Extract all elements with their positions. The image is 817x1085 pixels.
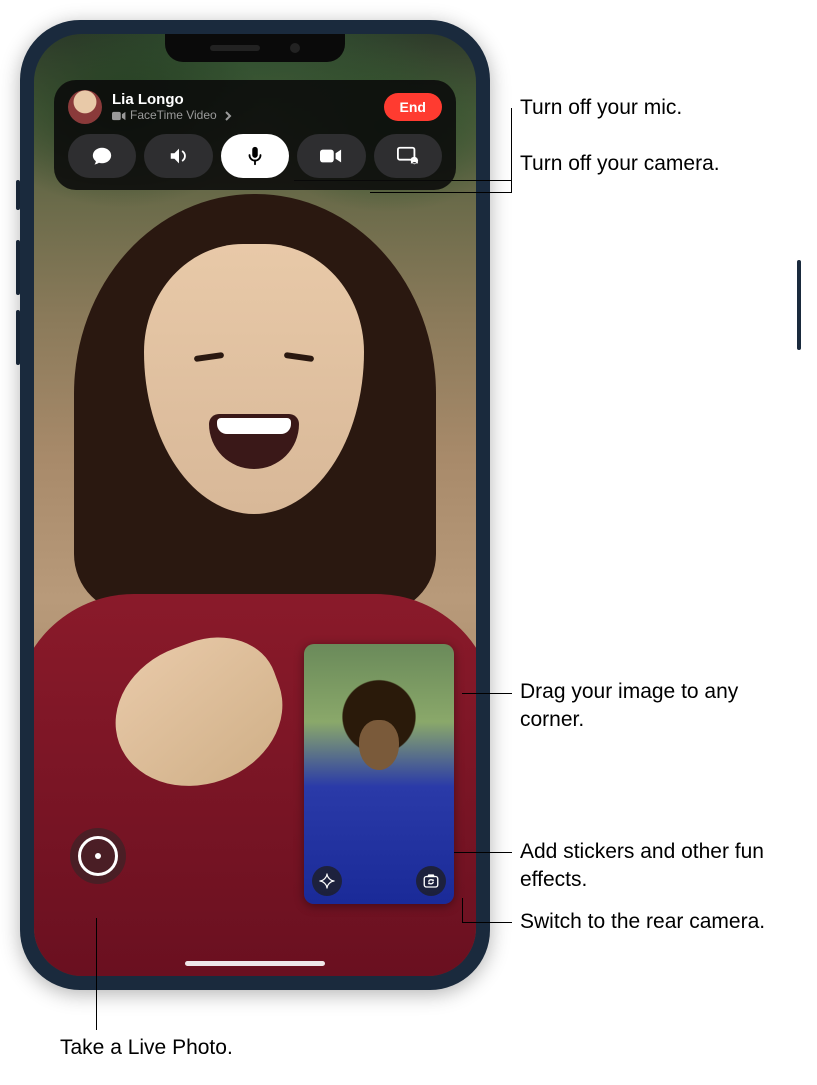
message-icon: [91, 145, 113, 167]
screen-share-icon: [397, 145, 419, 167]
callout-line-flip-v: [462, 898, 463, 923]
effects-star-icon: [318, 872, 336, 890]
video-icon: [320, 145, 342, 167]
mute-mic-button[interactable]: [221, 134, 289, 178]
flip-camera-button[interactable]: [416, 866, 446, 896]
caller-info[interactable]: Lia Longo FaceTime Video: [112, 91, 374, 122]
callout-effects: Add stickers and other fun effects.: [520, 838, 780, 895]
callout-flip: Switch to the rear camera.: [520, 908, 780, 936]
call-type-label: FaceTime Video: [130, 109, 217, 123]
call-banner: Lia Longo FaceTime Video End: [54, 80, 456, 190]
camera-toggle-button[interactable]: [297, 134, 365, 178]
caller-avatar[interactable]: [68, 90, 102, 124]
caller-name: Lia Longo: [112, 91, 374, 108]
callout-line-shutter: [96, 918, 97, 1030]
callout-line-flip: [462, 922, 512, 923]
home-indicator[interactable]: [185, 961, 325, 966]
end-call-button[interactable]: End: [384, 93, 442, 121]
side-button: [797, 260, 801, 350]
speaker-icon: [168, 145, 190, 167]
speaker-button[interactable]: [144, 134, 212, 178]
self-view-pip[interactable]: [304, 644, 454, 904]
microphone-icon: [244, 145, 266, 167]
callout-camera: Turn off your camera.: [520, 150, 720, 178]
effects-button[interactable]: [312, 866, 342, 896]
call-type-row: FaceTime Video: [112, 109, 374, 123]
video-icon: [112, 111, 126, 121]
phone-frame: Lia Longo FaceTime Video End: [20, 20, 490, 990]
messages-button[interactable]: [68, 134, 136, 178]
flip-camera-icon: [422, 872, 440, 890]
screen-share-button[interactable]: [374, 134, 442, 178]
callout-line-camera-v: [511, 164, 512, 193]
phone-screen: Lia Longo FaceTime Video End: [34, 34, 476, 976]
callout-pip-drag: Drag your image to any corner.: [520, 678, 780, 735]
callout-line-pip: [462, 693, 512, 694]
notch: [165, 34, 345, 62]
live-photo-shutter[interactable]: [70, 828, 126, 884]
callout-shutter: Take a Live Photo.: [60, 1034, 233, 1062]
callout-mic: Turn off your mic.: [520, 94, 682, 122]
live-photo-icon: [78, 836, 118, 876]
callout-line-camera: [370, 192, 512, 193]
chevron-right-icon: [221, 111, 235, 121]
